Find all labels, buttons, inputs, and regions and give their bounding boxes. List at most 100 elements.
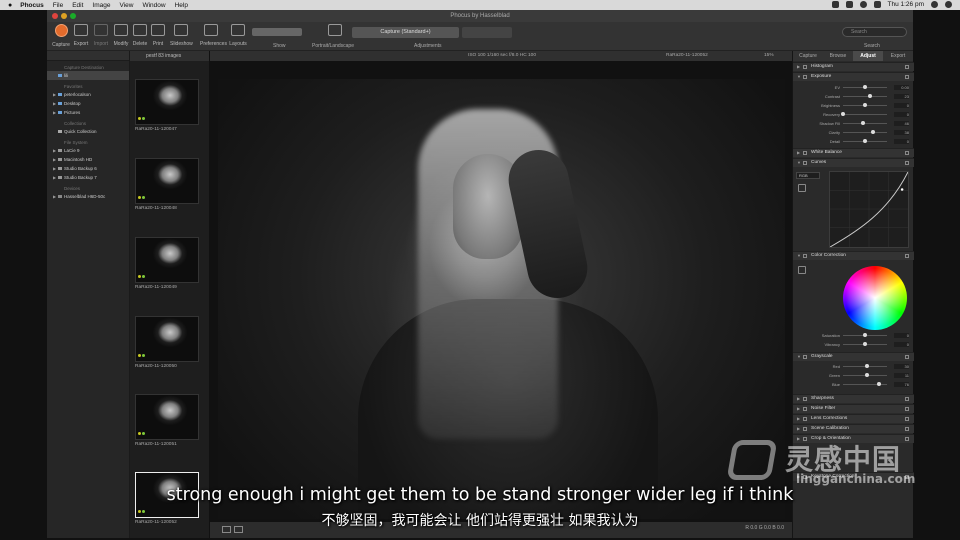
status-icon[interactable] <box>845 1 853 8</box>
slider-green[interactable]: Green 11 <box>793 372 914 379</box>
tab-browse[interactable]: Browse <box>823 51 853 61</box>
disclosure-icon[interactable]: ▶ <box>53 192 56 201</box>
tool-histogram[interactable]: ▶ Histogram <box>793 62 914 71</box>
menu-app-name[interactable]: Phocus <box>20 2 43 9</box>
status-icon[interactable] <box>831 1 839 8</box>
tool-sharpness[interactable]: ▶ Sharpness <box>793 394 914 403</box>
slider-value[interactable]: 0.00 <box>894 85 909 90</box>
menu-window[interactable]: Window <box>142 2 165 9</box>
tool-curves[interactable]: ▼ Curves <box>793 158 914 167</box>
slider-knob[interactable] <box>841 112 845 116</box>
battery-icon[interactable] <box>873 1 881 8</box>
import-button[interactable]: Import <box>90 24 112 47</box>
tab-adjust[interactable]: Adjust <box>853 51 883 61</box>
search-icon[interactable] <box>931 1 938 8</box>
capture-button[interactable]: Capture <box>50 24 72 48</box>
menu-file[interactable]: File <box>53 2 63 9</box>
sidebar-item-volume[interactable]: ▶ Macintosh HD <box>47 155 129 164</box>
slider-knob[interactable] <box>863 333 867 337</box>
tool-scene-calibration[interactable]: ▶ Scene Calibration <box>793 424 914 433</box>
print-button[interactable]: Print <box>147 24 169 47</box>
tool-grayscale[interactable]: ▼ Grayscale <box>793 352 914 361</box>
slideshow-button[interactable]: Slideshow <box>170 24 193 47</box>
slider-value[interactable]: 11 <box>894 373 909 378</box>
slider-contrast[interactable]: Contrast 23 <box>793 93 914 100</box>
slider-knob[interactable] <box>877 382 882 386</box>
sidebar-item-volume[interactable]: ▶ LaCie 9 <box>47 146 129 155</box>
slider-knob[interactable] <box>863 85 867 89</box>
slider-value[interactable]: 76 <box>894 382 909 387</box>
export-button[interactable]: Export <box>70 24 92 47</box>
disclosure-icon[interactable]: ▶ <box>53 164 56 173</box>
thumbnail-item[interactable]: RaRa20-11-120048 <box>135 158 201 211</box>
slider-ev[interactable]: EV 0.00 <box>793 84 914 91</box>
portrait-landscape-button[interactable] <box>324 24 346 36</box>
slider-detail[interactable]: Detail 0 <box>793 138 914 145</box>
slider-value[interactable]: 23 <box>894 94 909 99</box>
slider-knob[interactable] <box>863 342 867 346</box>
menu-help[interactable]: Help <box>175 2 188 9</box>
zoom-window-icon[interactable] <box>70 13 76 19</box>
slider-recovery[interactable]: Recovery 0 <box>793 111 914 118</box>
sidebar-nav[interactable] <box>47 51 129 61</box>
slider-value[interactable]: 0 <box>894 103 909 108</box>
slider-value[interactable]: 0 <box>894 112 909 117</box>
tool-lens-corrections[interactable]: ▶ Lens Corrections <box>793 414 914 423</box>
preset-controls[interactable] <box>462 27 512 38</box>
slider-value[interactable]: 30 <box>894 364 909 369</box>
slider-clarity[interactable]: Clarity 38 <box>793 129 914 136</box>
disclosure-icon[interactable]: ▶ <box>53 146 56 155</box>
slider-value[interactable]: 0 <box>894 333 909 338</box>
close-window-icon[interactable] <box>52 13 58 19</box>
disclosure-icon[interactable]: ▶ <box>53 99 56 108</box>
disclosure-icon[interactable]: ▶ <box>53 155 56 164</box>
tab-export[interactable]: Export <box>883 51 913 61</box>
slider-knob[interactable] <box>861 121 866 125</box>
tool-color-correction[interactable]: ▼ Color Correction <box>793 251 914 260</box>
sidebar-item-favorite[interactable]: ▶ Desktop <box>47 99 129 108</box>
zoom-level[interactable]: 15% <box>764 51 774 61</box>
slider-track[interactable] <box>843 123 887 124</box>
slider-vibrancy[interactable]: Vibrancy 0 <box>793 341 914 348</box>
slider-track[interactable] <box>843 96 887 97</box>
disclosure-icon[interactable]: ▶ <box>53 173 56 182</box>
sidebar-item-volume[interactable]: ▶ Studio Backup 6 <box>47 164 129 173</box>
preferences-button[interactable]: Preferences <box>200 24 227 47</box>
slider-value[interactable]: 0 <box>894 139 909 144</box>
sidebar-item-capture-folder[interactable]: lili <box>47 71 129 80</box>
slider-track[interactable] <box>843 114 887 115</box>
curves-channel-select[interactable]: RGB <box>796 172 820 179</box>
disclosure-icon[interactable]: ▶ <box>53 108 56 117</box>
slider-shadow-fill[interactable]: Shadow Fill 46 <box>793 120 914 127</box>
image-viewer[interactable] <box>218 79 785 519</box>
slider-track[interactable] <box>843 132 887 133</box>
slider-saturation[interactable]: Saturation 0 <box>793 332 914 339</box>
sidebar-item-volume[interactable]: ▶ Studio Backup 7 <box>47 173 129 182</box>
menu-edit[interactable]: Edit <box>72 2 83 9</box>
layouts-button[interactable]: Layouts <box>227 24 249 47</box>
slider-value[interactable]: 38 <box>894 130 909 135</box>
control-center-icon[interactable] <box>945 1 952 8</box>
thumbnail-item[interactable]: RaRa20-11-120049 <box>135 237 201 290</box>
search-input[interactable]: Search <box>842 27 907 37</box>
sidebar-item-favorite[interactable]: ▶ Pictures <box>47 108 129 117</box>
color-wheel[interactable] <box>843 266 907 330</box>
slider-knob[interactable] <box>871 130 876 134</box>
curves-graph[interactable] <box>829 171 909 248</box>
tool-noise-filter[interactable]: ▶ Noise Filter <box>793 404 914 413</box>
eyedropper-icon[interactable] <box>798 184 806 192</box>
sidebar-item-collection[interactable]: Quick Collection <box>47 127 129 136</box>
thumbnail-item[interactable]: RaRa20-11-120051 <box>135 394 201 447</box>
menu-view[interactable]: View <box>119 2 133 9</box>
slider-red[interactable]: Red 30 <box>793 363 914 370</box>
tab-capture[interactable]: Capture <box>793 51 823 61</box>
minimize-window-icon[interactable] <box>61 13 67 19</box>
slider-knob[interactable] <box>865 373 870 377</box>
tool-exposure[interactable]: ▼ Exposure <box>793 72 914 81</box>
slider-knob[interactable] <box>863 139 867 143</box>
show-dropdown[interactable] <box>252 28 302 36</box>
thumbnail-item[interactable]: RaRa20-11-120050 <box>135 316 201 369</box>
disclosure-icon[interactable]: ▶ <box>53 90 56 99</box>
slider-blue[interactable]: Blue 76 <box>793 381 914 388</box>
slider-brightness[interactable]: Brightness 0 <box>793 102 914 109</box>
